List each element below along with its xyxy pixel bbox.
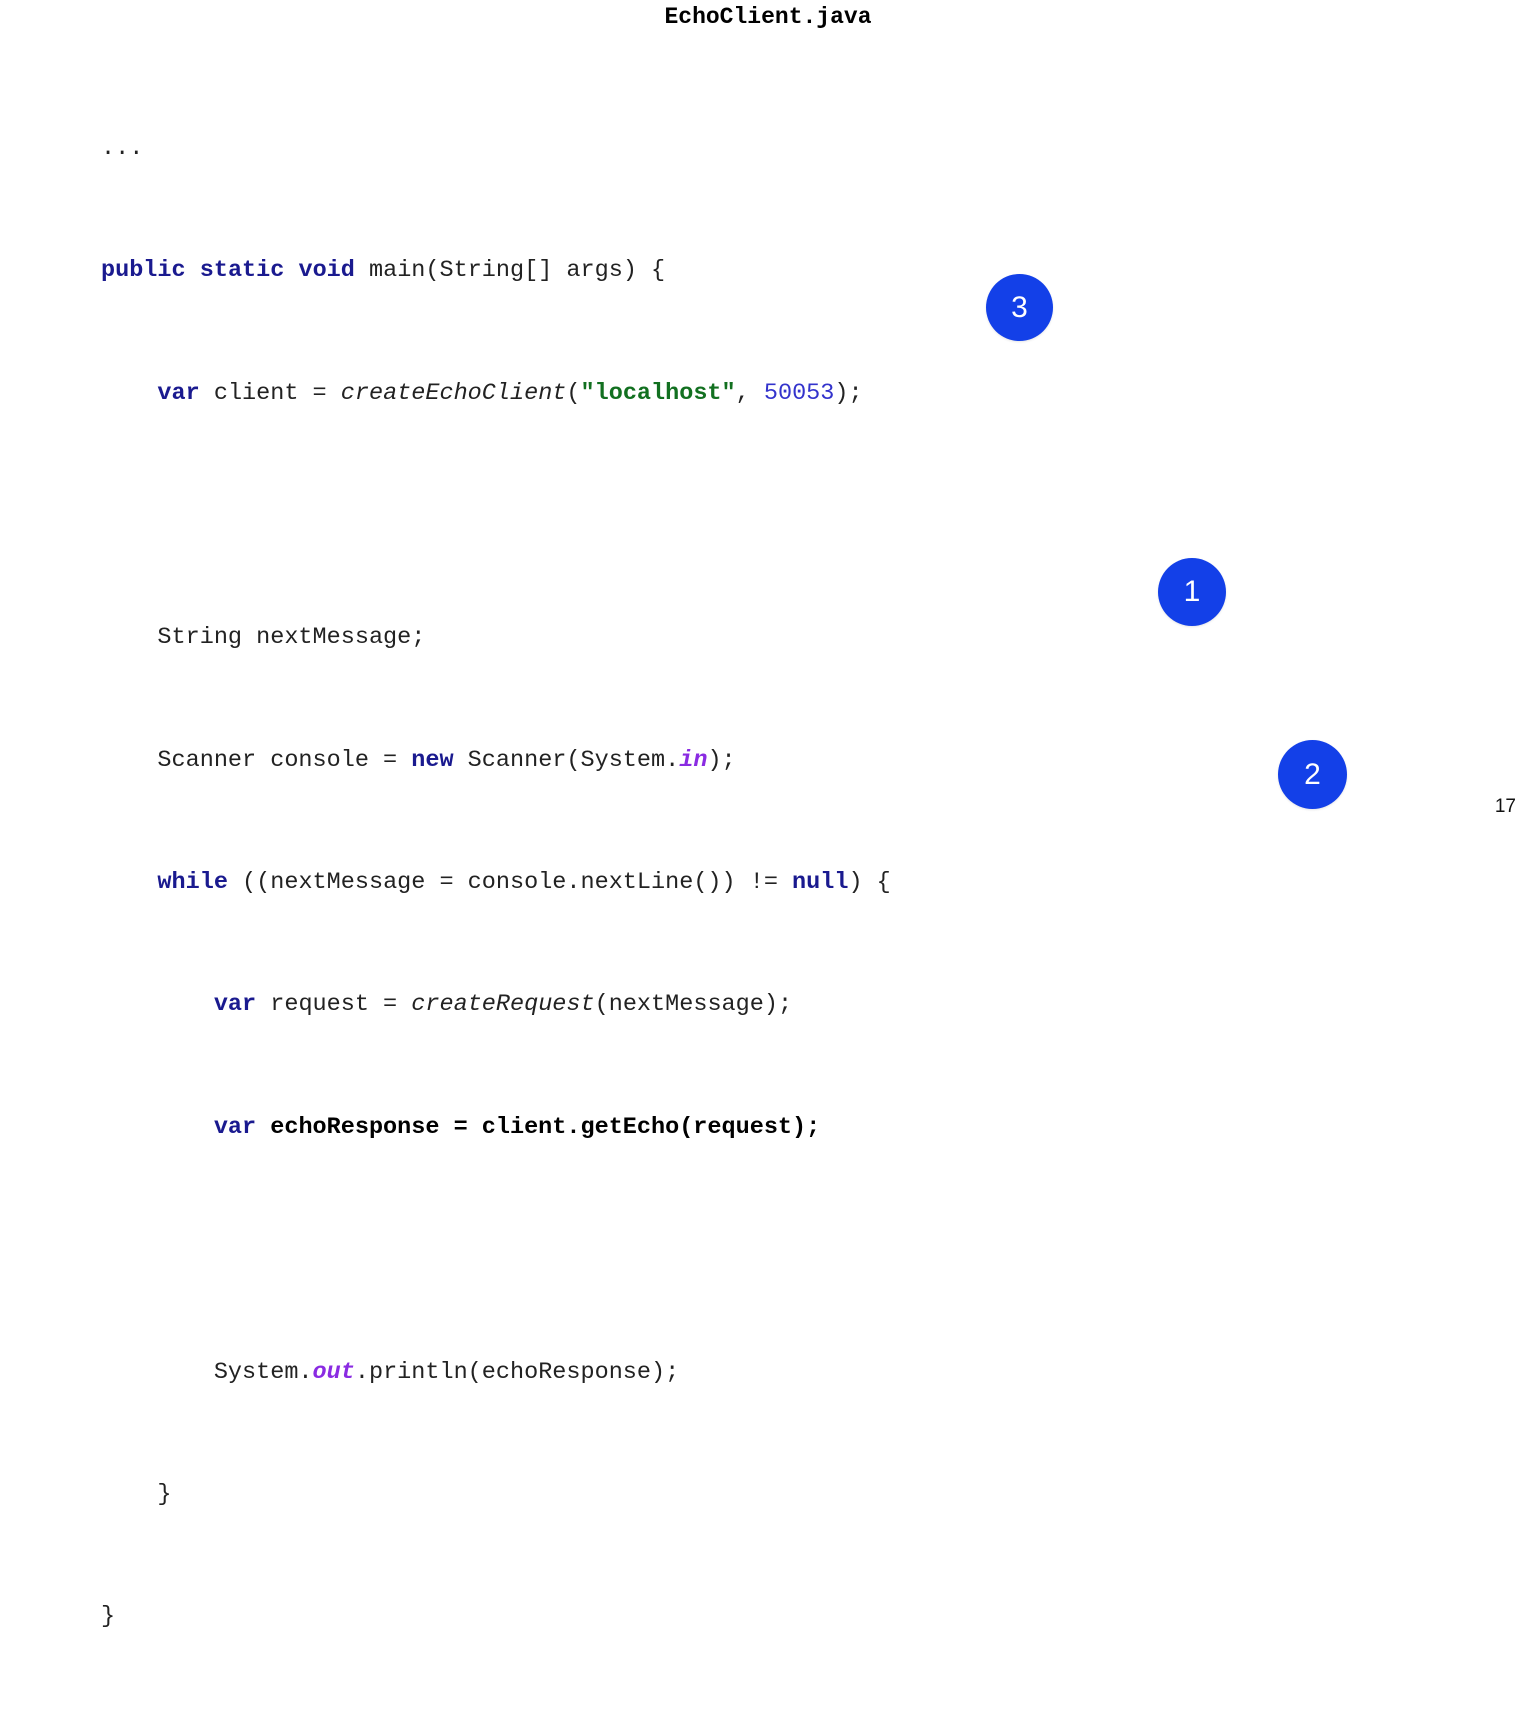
code-line-6: Scanner console = new Scanner(System.in)… [101,746,1229,777]
method-createRequest: createRequest [411,991,595,1019]
println-call: .println(echoResponse); [354,1358,680,1386]
code-line-blank-10 [101,1235,1229,1266]
assign-client: client = [199,379,341,407]
keyword-null: null [792,869,849,897]
callout-badge-2[interactable]: 2 [1278,740,1347,809]
paren-open: ( [566,379,581,407]
page-number: 17 [1494,796,1516,817]
close-brace-main: } [101,1603,116,1631]
keyword-var: var [213,1113,257,1141]
keyword-public: public [101,257,186,285]
keyword-void: void [298,257,355,285]
code-line-9-highlighted: var echoResponse = client.getEcho(reques… [101,1113,1229,1144]
call-args: (nextMessage); [594,991,793,1019]
code-line-7: while ((nextMessage = console.nextLine()… [101,868,1229,899]
decl-console: Scanner console = [101,746,412,774]
code-line-13: } [101,1602,1229,1633]
keyword-var: var [157,379,200,407]
code-line-5: String nextMessage; [101,623,1229,654]
decl-nextMessage: String nextMessage; [101,624,426,652]
code-line-2: public static void main(String[] args) { [101,256,1229,287]
while-condition: ((nextMessage = console.nextLine()) != [227,869,793,897]
system-prefix: System. [101,1358,313,1386]
number-port: 50053 [763,379,835,407]
code-line-blank-4 [101,501,1229,532]
assign-request: request = [256,991,412,1019]
ellipsis-token: ... [101,134,144,162]
scanner-system: Scanner(System. [453,746,680,774]
close-brace-while: } [101,1480,172,1508]
keyword-var: var [213,991,257,1019]
highlighted-getEcho-call: echoResponse = client.getEcho(request); [256,1113,821,1141]
code-block: ... public static void main(String[] arg… [101,42,1229,1728]
string-localhost: "localhost" [580,379,736,407]
main-signature: main(String[] args) { [354,257,666,285]
paren-close: ); [707,746,736,774]
code-line-3: var client = createEchoClient("localhost… [101,379,1229,410]
comma: , [735,379,764,407]
keyword-static: static [199,257,285,285]
field-system-in: in [679,746,708,774]
code-line-11: System.out.println(echoResponse); [101,1358,1229,1389]
callout-badge-1[interactable]: 1 [1158,558,1226,626]
code-line-12: } [101,1480,1229,1511]
callout-badge-3[interactable]: 3 [986,274,1053,341]
page-title: EchoClient.java [664,4,872,30]
paren-close: ); [834,379,863,407]
code-line-blank-14 [101,1725,1229,1728]
while-tail: ) { [848,869,891,897]
keyword-while: while [157,869,228,897]
field-system-out: out [312,1358,355,1386]
keyword-new: new [411,746,454,774]
code-line-1: ... [101,134,1229,165]
code-line-8: var request = createRequest(nextMessage)… [101,990,1229,1021]
method-createEchoClient: createEchoClient [340,379,567,407]
